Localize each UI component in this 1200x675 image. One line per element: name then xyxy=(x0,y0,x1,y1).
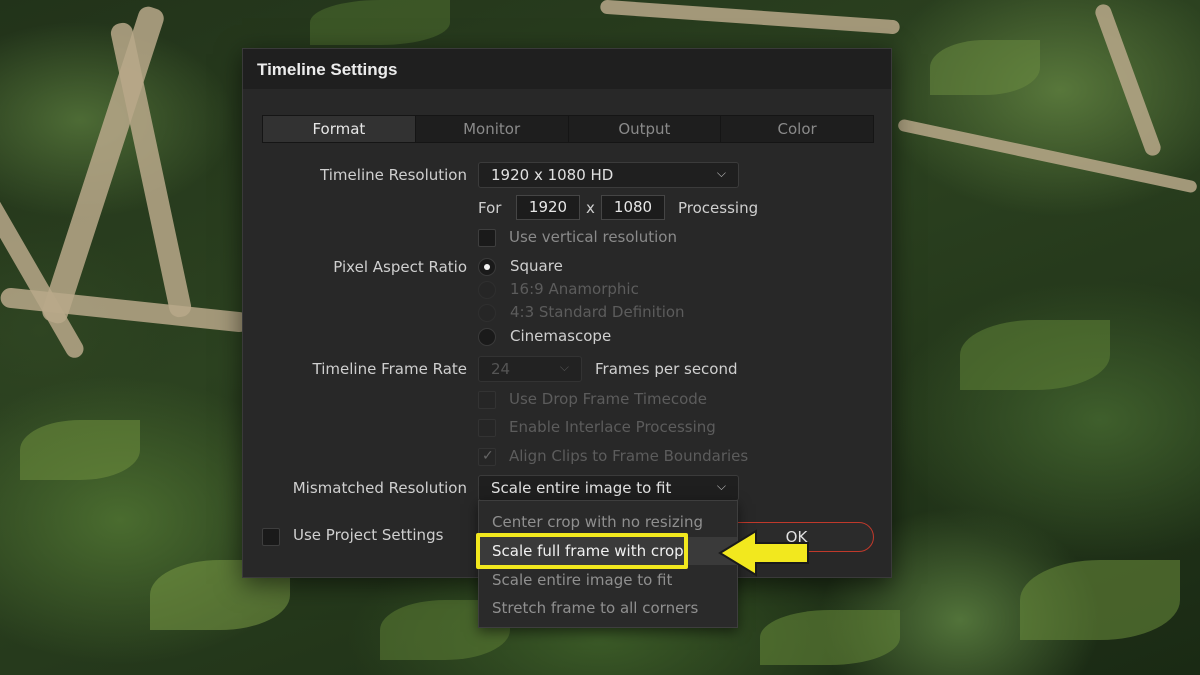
branch xyxy=(109,20,193,320)
drop-frame-label: Use Drop Frame Timecode xyxy=(509,390,708,408)
radio-anamorphic[interactable] xyxy=(478,281,496,299)
radio-cinemascope[interactable] xyxy=(478,328,496,346)
radio-cinemascope-label: Cinemascope xyxy=(510,327,612,345)
use-vertical-label: Use vertical resolution xyxy=(509,228,677,246)
check-icon: ✓ xyxy=(482,448,494,464)
leaf xyxy=(960,320,1110,390)
dropdown-item-center-crop[interactable]: Center crop with no resizing xyxy=(479,508,737,536)
pixel-aspect-label: Pixel Aspect Ratio xyxy=(333,258,467,276)
timeline-resolution-select[interactable]: 1920 x 1080 HD ⌵ xyxy=(478,162,739,188)
tab-color[interactable]: Color xyxy=(721,116,873,142)
drop-frame-checkbox[interactable] xyxy=(478,391,496,409)
frame-rate-select[interactable]: 24 ⌵ xyxy=(478,356,582,382)
height-field[interactable]: 1080 xyxy=(601,195,665,220)
mismatched-resolution-value: Scale entire image to fit xyxy=(491,479,672,497)
mismatched-resolution-label: Mismatched Resolution xyxy=(292,479,467,497)
branch xyxy=(599,0,901,35)
frame-rate-label: Timeline Frame Rate xyxy=(312,360,467,378)
arrow-left-annotation-icon xyxy=(718,529,809,577)
align-clips-label: Align Clips to Frame Boundaries xyxy=(509,447,749,465)
dialog-title: Timeline Settings xyxy=(243,49,891,89)
branch xyxy=(1093,2,1163,158)
mismatched-resolution-select[interactable]: Scale entire image to fit ⌵ xyxy=(478,475,739,501)
leaf xyxy=(1020,560,1180,640)
timeline-resolution-value: 1920 x 1080 HD xyxy=(491,166,614,184)
use-project-settings-label: Use Project Settings xyxy=(293,526,444,544)
tab-format[interactable]: Format xyxy=(263,116,416,142)
align-clips-checkbox[interactable]: ✓ xyxy=(478,448,496,466)
fps-label: Frames per second xyxy=(595,360,738,378)
use-vertical-checkbox[interactable] xyxy=(478,229,496,247)
chevron-down-icon: ⌵ xyxy=(716,166,726,180)
radio-standard-definition-label: 4:3 Standard Definition xyxy=(510,303,685,321)
x-label: x xyxy=(586,199,595,217)
tab-bar: Format Monitor Output Color xyxy=(262,115,874,143)
chevron-down-icon: ⌵ xyxy=(716,479,726,493)
tab-output[interactable]: Output xyxy=(569,116,722,142)
leaf xyxy=(310,0,450,45)
frame-rate-value: 24 xyxy=(491,360,511,378)
width-field[interactable]: 1920 xyxy=(516,195,580,220)
use-project-settings-checkbox[interactable] xyxy=(262,528,280,546)
highlight-annotation-box xyxy=(476,533,688,569)
interlace-checkbox[interactable] xyxy=(478,419,496,437)
timeline-settings-dialog: Timeline Settings Format Monitor Output … xyxy=(242,48,892,578)
chevron-down-icon: ⌵ xyxy=(559,360,569,374)
radio-standard-definition[interactable] xyxy=(478,304,496,322)
leaf xyxy=(930,40,1040,95)
dropdown-item-scale-entire-image[interactable]: Scale entire image to fit xyxy=(479,566,737,594)
radio-square[interactable] xyxy=(478,258,496,276)
tab-monitor[interactable]: Monitor xyxy=(416,116,569,142)
processing-label: Processing xyxy=(678,199,759,217)
radio-square-label: Square xyxy=(510,257,563,275)
for-label: For xyxy=(478,199,502,217)
dropdown-item-stretch-frame[interactable]: Stretch frame to all corners xyxy=(479,594,737,622)
radio-anamorphic-label: 16:9 Anamorphic xyxy=(510,280,639,298)
interlace-label: Enable Interlace Processing xyxy=(509,418,716,436)
leaf xyxy=(20,420,140,480)
timeline-resolution-label: Timeline Resolution xyxy=(320,166,467,184)
leaf xyxy=(760,610,900,665)
